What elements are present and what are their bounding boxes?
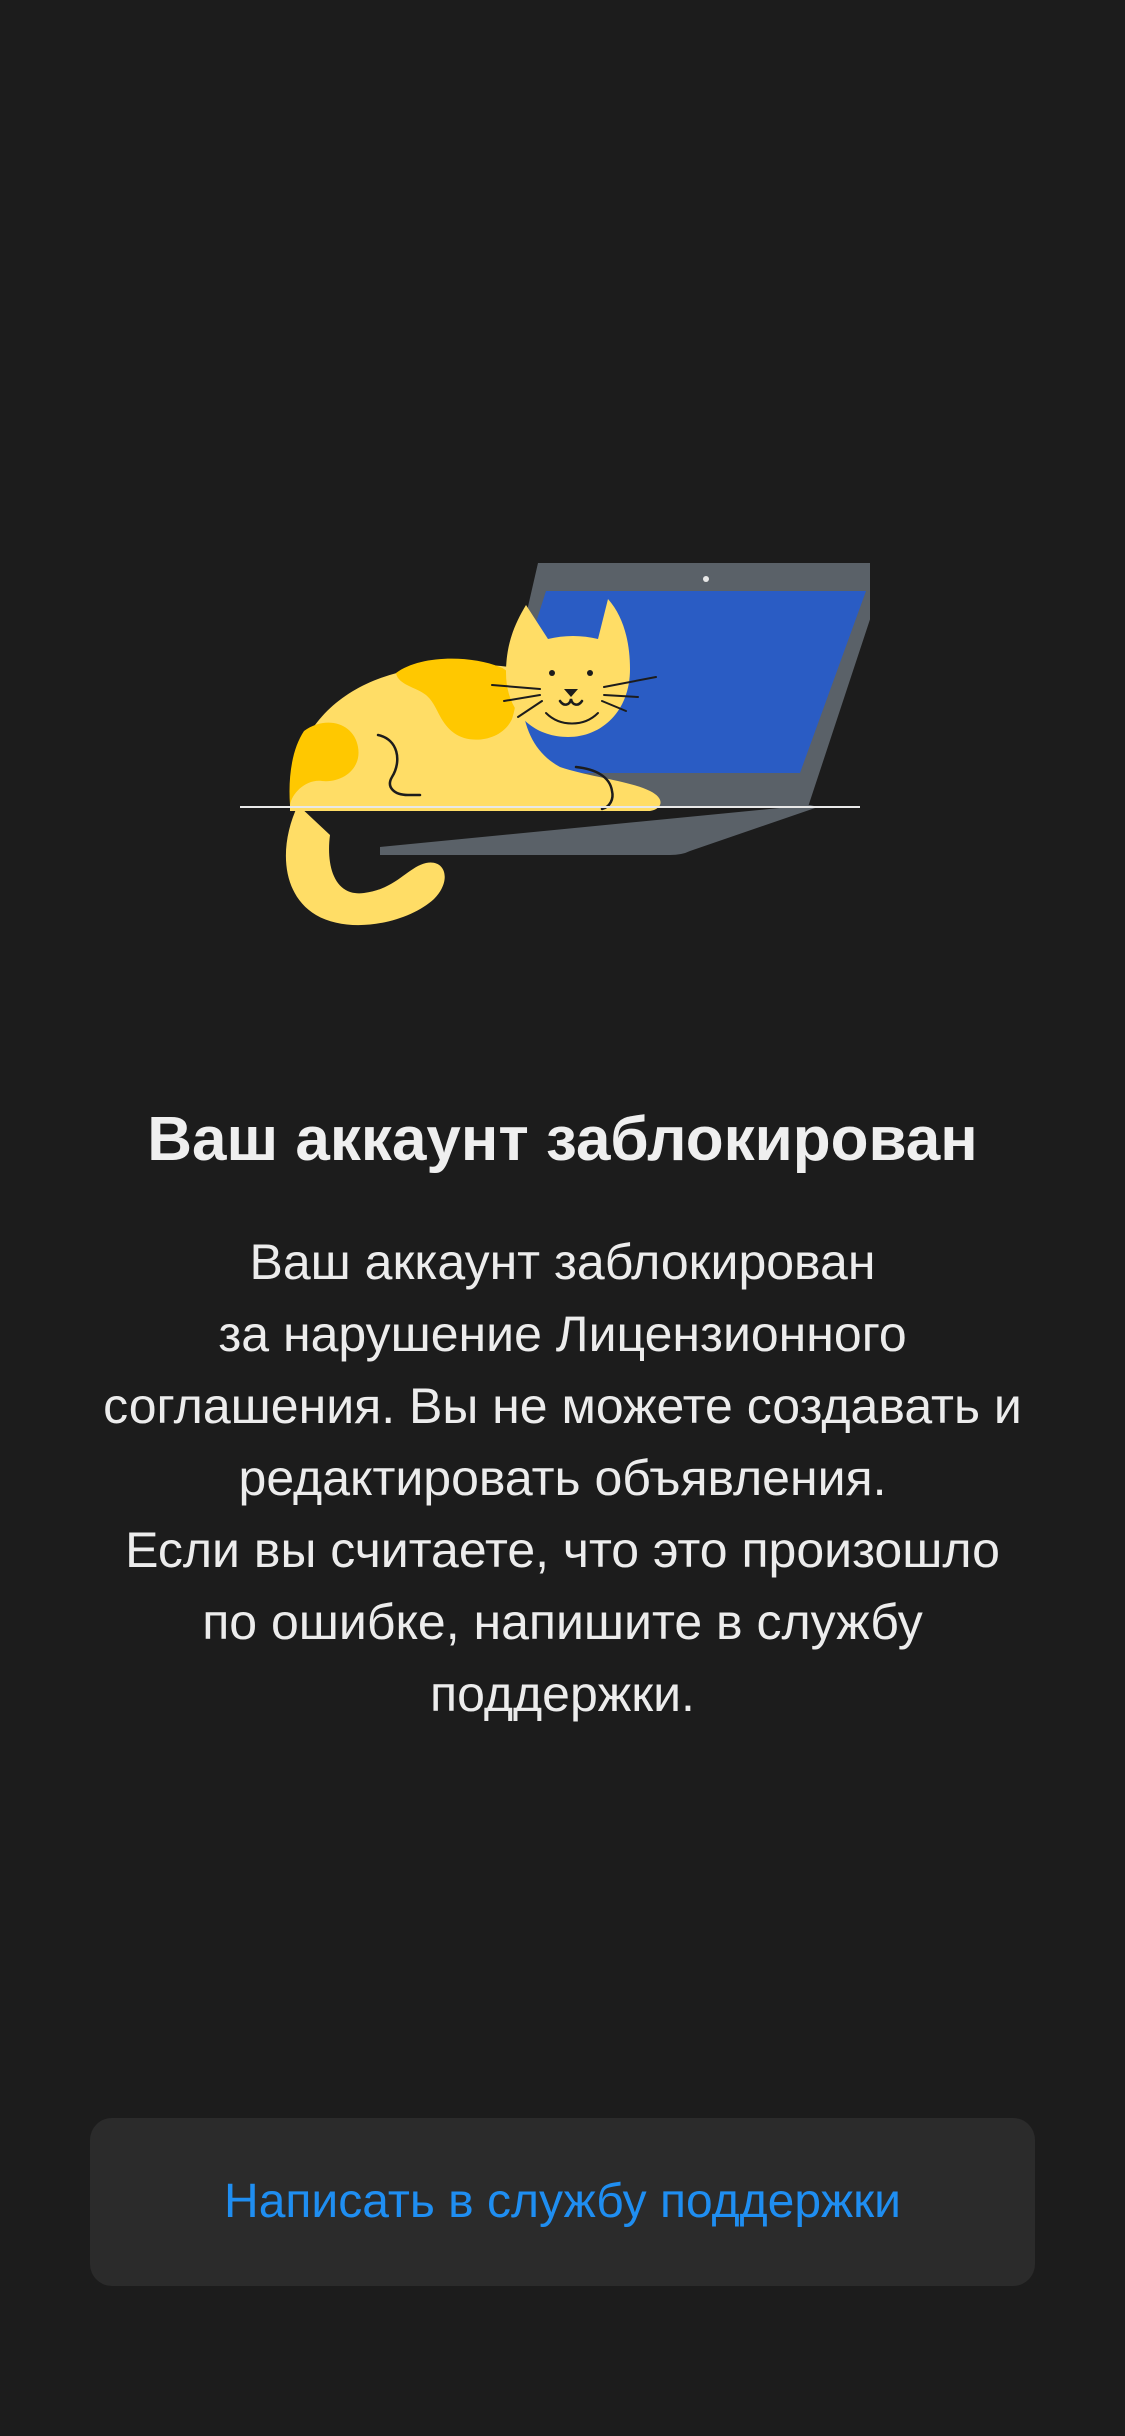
- contact-support-button[interactable]: Написать в службу поддержки: [90, 2118, 1035, 2286]
- message-line: соглашения. Вы не можете создавать и: [103, 1378, 1022, 1434]
- cat-on-laptop-illustration: [230, 555, 886, 945]
- laptop-base: [380, 805, 818, 855]
- message-line: по ошибке, напишите в службу: [202, 1594, 923, 1650]
- message-line: Ваш аккаунт заблокирован: [249, 1234, 876, 1290]
- cat-eye-right: [587, 670, 593, 676]
- laptop-camera: [703, 576, 709, 582]
- page-title: Ваш аккаунт заблокирован: [147, 1105, 978, 1174]
- block-message: Ваш аккаунт заблокирован за нарушение Ли…: [70, 1226, 1055, 1730]
- message-line: редактировать объявления.: [238, 1450, 887, 1506]
- cat-eye-left: [549, 670, 555, 676]
- cat-laptop-icon: [240, 563, 886, 926]
- message-line: за нарушение Лицензионного: [218, 1306, 907, 1362]
- message-line: Если вы считаете, что это произошло: [125, 1522, 1000, 1578]
- cat-tail: [285, 805, 445, 926]
- message-line: поддержки.: [430, 1666, 695, 1722]
